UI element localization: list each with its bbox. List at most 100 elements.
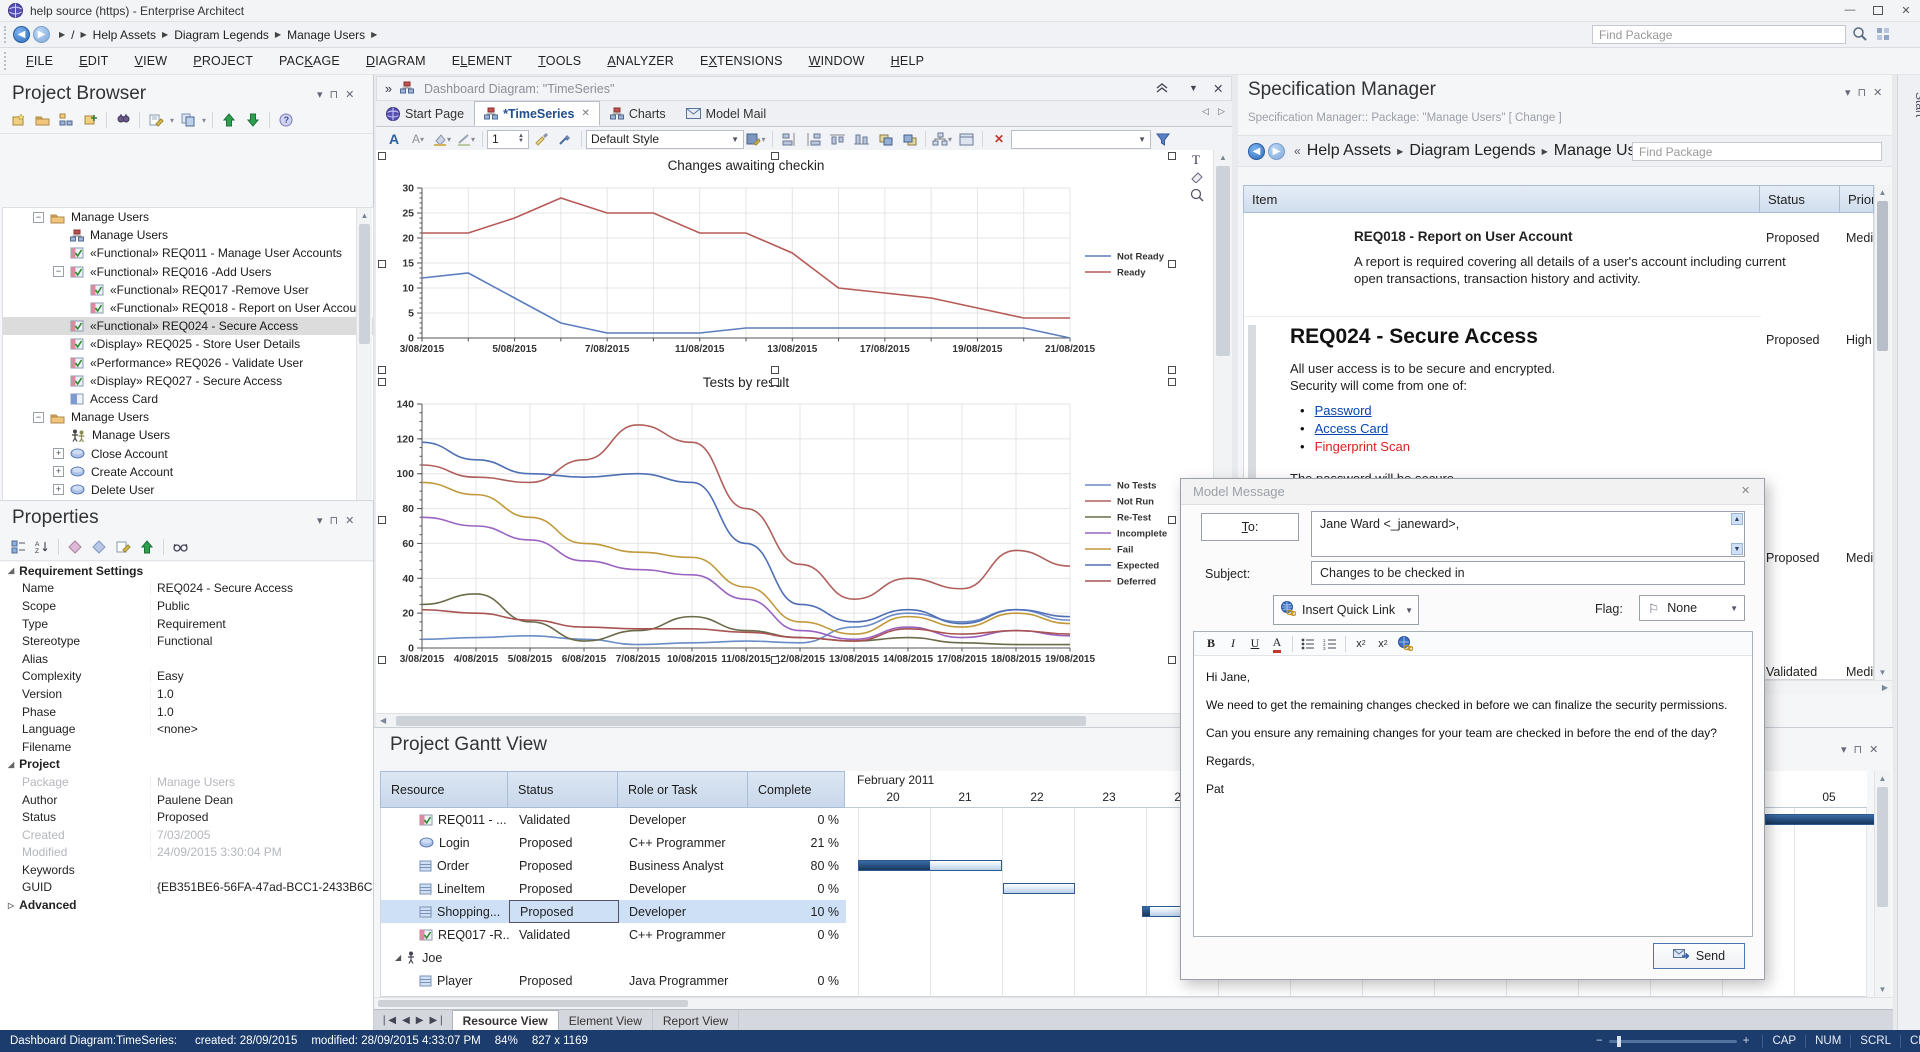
spec-item-title[interactable]: REQ018 - Report on User Account bbox=[1354, 229, 1573, 244]
pb-new-element-icon[interactable] bbox=[79, 110, 101, 130]
selection-handle[interactable] bbox=[1168, 366, 1176, 374]
line-color-icon[interactable]: ▾ bbox=[455, 129, 477, 149]
search-icon[interactable] bbox=[1852, 26, 1868, 45]
tree-item[interactable]: +Delete User bbox=[3, 481, 373, 499]
gantt-cell-resource[interactable]: Player bbox=[381, 969, 509, 992]
gantt-row[interactable]: ◢Joe bbox=[381, 946, 846, 969]
bullet-list-icon[interactable] bbox=[1298, 635, 1318, 653]
gantt-vertical-scrollbar[interactable]: ▲▼ bbox=[1874, 771, 1890, 997]
paintbrush-icon[interactable] bbox=[530, 129, 552, 149]
property-row[interactable]: Filename bbox=[0, 738, 373, 756]
status-toggle-cap[interactable]: CAP bbox=[1772, 1035, 1796, 1047]
tab-scroll-left-icon[interactable]: ◁ bbox=[1202, 106, 1209, 117]
gantt-bar[interactable] bbox=[1765, 814, 1880, 825]
property-row[interactable]: Alias bbox=[0, 650, 373, 668]
property-row[interactable]: Keywords bbox=[0, 861, 373, 879]
minimize-button[interactable]: — bbox=[1836, 0, 1864, 20]
property-row[interactable]: ComplexityEasy bbox=[0, 668, 373, 686]
gantt-cell-role[interactable]: Business Analyst bbox=[619, 854, 749, 877]
last-page-icon[interactable]: ▶❘ bbox=[429, 1015, 445, 1026]
tree-item[interactable]: Manage Users bbox=[3, 426, 373, 444]
menu-item-edit[interactable]: EDIT bbox=[66, 54, 121, 68]
gantt-cell-role[interactable]: C++ Programmer bbox=[619, 923, 749, 946]
group-triangle-icon[interactable]: ▷ bbox=[8, 901, 14, 910]
tree-item[interactable]: −Manage Users bbox=[3, 208, 373, 226]
expand-caption-icon[interactable]: » bbox=[385, 82, 392, 96]
selection-handle[interactable] bbox=[1168, 152, 1176, 160]
menu-item-analyzer[interactable]: ANALYZER bbox=[594, 54, 687, 68]
zoom-slider[interactable] bbox=[1609, 1040, 1737, 1043]
selection-handle[interactable] bbox=[1168, 656, 1176, 664]
menu-item-view[interactable]: VIEW bbox=[122, 54, 181, 68]
gantt-row[interactable]: REQ011 - ...ValidatedDeveloper0 % bbox=[381, 808, 846, 831]
gantt-col-status[interactable]: Status bbox=[508, 771, 618, 808]
gantt-cell-resource[interactable]: Shopping... bbox=[381, 900, 509, 923]
pane-menu-icon[interactable]: ▾ bbox=[1845, 87, 1851, 99]
property-row[interactable]: GUID{EB351BE6-56FA-47ad-BCC1-2433B6CF1..… bbox=[0, 879, 373, 897]
gantt-cell-resource[interactable]: REQ017 -R... bbox=[381, 923, 509, 946]
props-sort-alphabetical-icon[interactable]: AZ bbox=[31, 537, 53, 557]
gantt-row[interactable]: PlayerProposedJava Programmer0 % bbox=[381, 969, 846, 992]
pb-new-diagram-icon[interactable] bbox=[55, 110, 77, 130]
props-move-up-icon[interactable] bbox=[136, 537, 158, 557]
tree-item[interactable]: Access Card bbox=[3, 390, 373, 408]
property-value[interactable]: <none> bbox=[150, 722, 373, 736]
menu-item-package[interactable]: PACKAGE bbox=[266, 54, 353, 68]
selection-handle[interactable] bbox=[771, 378, 779, 386]
gantt-horizontal-scrollbar[interactable] bbox=[374, 997, 1893, 1009]
gantt-tab-element-view[interactable]: Element View bbox=[559, 1010, 653, 1031]
property-value[interactable]: 1.0 bbox=[150, 705, 373, 719]
to-field[interactable]: Jane Ward <_janeward>, ▲ ▼ bbox=[1311, 511, 1745, 557]
underline-icon[interactable]: U bbox=[1245, 635, 1265, 653]
pb-edit-document-icon[interactable] bbox=[145, 110, 167, 130]
zoom-in-icon[interactable]: + bbox=[1743, 1035, 1750, 1047]
gantt-cell-role[interactable]: Developer bbox=[619, 808, 749, 831]
pane-menu-icon[interactable]: ▼ bbox=[1189, 83, 1198, 93]
pane-close-icon[interactable]: ✕ bbox=[1869, 744, 1878, 756]
spec-col-status[interactable]: Status bbox=[1760, 185, 1840, 213]
font-color-icon[interactable]: A▾ bbox=[407, 129, 429, 149]
gantt-tab-resource-view[interactable]: Resource View bbox=[452, 1010, 559, 1031]
tree-item[interactable]: −«Functional» REQ016 -Add Users bbox=[3, 263, 373, 281]
menu-item-file[interactable]: FILE bbox=[13, 54, 66, 68]
pb-find-in-browser-icon[interactable] bbox=[112, 110, 134, 130]
property-row[interactable]: Version1.0 bbox=[0, 685, 373, 703]
forward-button[interactable]: ▶ bbox=[33, 26, 50, 43]
selection-handle[interactable] bbox=[1168, 516, 1176, 524]
gantt-cell-resource[interactable]: Login bbox=[381, 831, 509, 854]
align-top-icon[interactable] bbox=[826, 129, 848, 149]
gantt-cell-status[interactable]: Proposed bbox=[509, 831, 619, 854]
property-value[interactable]: 1.0 bbox=[150, 687, 373, 701]
subscript-icon[interactable]: x2 bbox=[1373, 635, 1393, 653]
line-width-spinner[interactable]: 1▲▼ bbox=[487, 130, 529, 149]
tree-expand-toggle[interactable]: + bbox=[53, 466, 64, 477]
selection-handle[interactable] bbox=[1168, 378, 1176, 386]
gantt-cell-status[interactable]: Proposed bbox=[509, 900, 619, 923]
filter-icon[interactable] bbox=[1152, 129, 1174, 149]
find-package-input[interactable] bbox=[1592, 25, 1846, 44]
scroll-down-icon[interactable]: ▼ bbox=[1731, 543, 1743, 555]
gantt-cell-status[interactable]: Proposed bbox=[509, 969, 619, 992]
props-edit-notes-icon[interactable] bbox=[112, 537, 134, 557]
pane-close-icon[interactable]: ✕ bbox=[1873, 87, 1882, 99]
gantt-cell-role[interactable]: Java Programmer bbox=[619, 969, 749, 992]
selection-handle[interactable] bbox=[378, 378, 386, 386]
property-row[interactable]: StereotypeFunctional bbox=[0, 632, 373, 650]
menu-item-tools[interactable]: TOOLS bbox=[525, 54, 594, 68]
selection-handle[interactable] bbox=[378, 516, 386, 524]
gantt-cell-status[interactable]: Validated bbox=[509, 923, 619, 946]
diagram-properties-icon[interactable] bbox=[955, 129, 977, 149]
subject-field[interactable]: Changes to be checked in bbox=[1311, 561, 1745, 585]
tree-expand-toggle[interactable]: − bbox=[53, 266, 64, 277]
tab-charts[interactable]: Charts bbox=[600, 101, 676, 126]
menu-item-diagram[interactable]: DIAGRAM bbox=[353, 54, 439, 68]
bring-forward-icon[interactable] bbox=[874, 129, 896, 149]
pane-menu-icon[interactable]: ▾ bbox=[317, 89, 323, 101]
selection-handle[interactable] bbox=[771, 656, 779, 664]
gantt-cell-resource[interactable]: REQ011 - ... bbox=[381, 808, 509, 831]
gantt-cell-role[interactable]: Developer bbox=[619, 877, 749, 900]
tree-item[interactable]: −Manage Users bbox=[3, 408, 373, 426]
breadcrumb-item[interactable]: Manage Users bbox=[287, 28, 365, 42]
gantt-row[interactable]: OrderProposedBusiness Analyst80 % bbox=[381, 854, 846, 877]
property-row[interactable]: Modified24/09/2015 3:30:04 PM bbox=[0, 844, 373, 862]
